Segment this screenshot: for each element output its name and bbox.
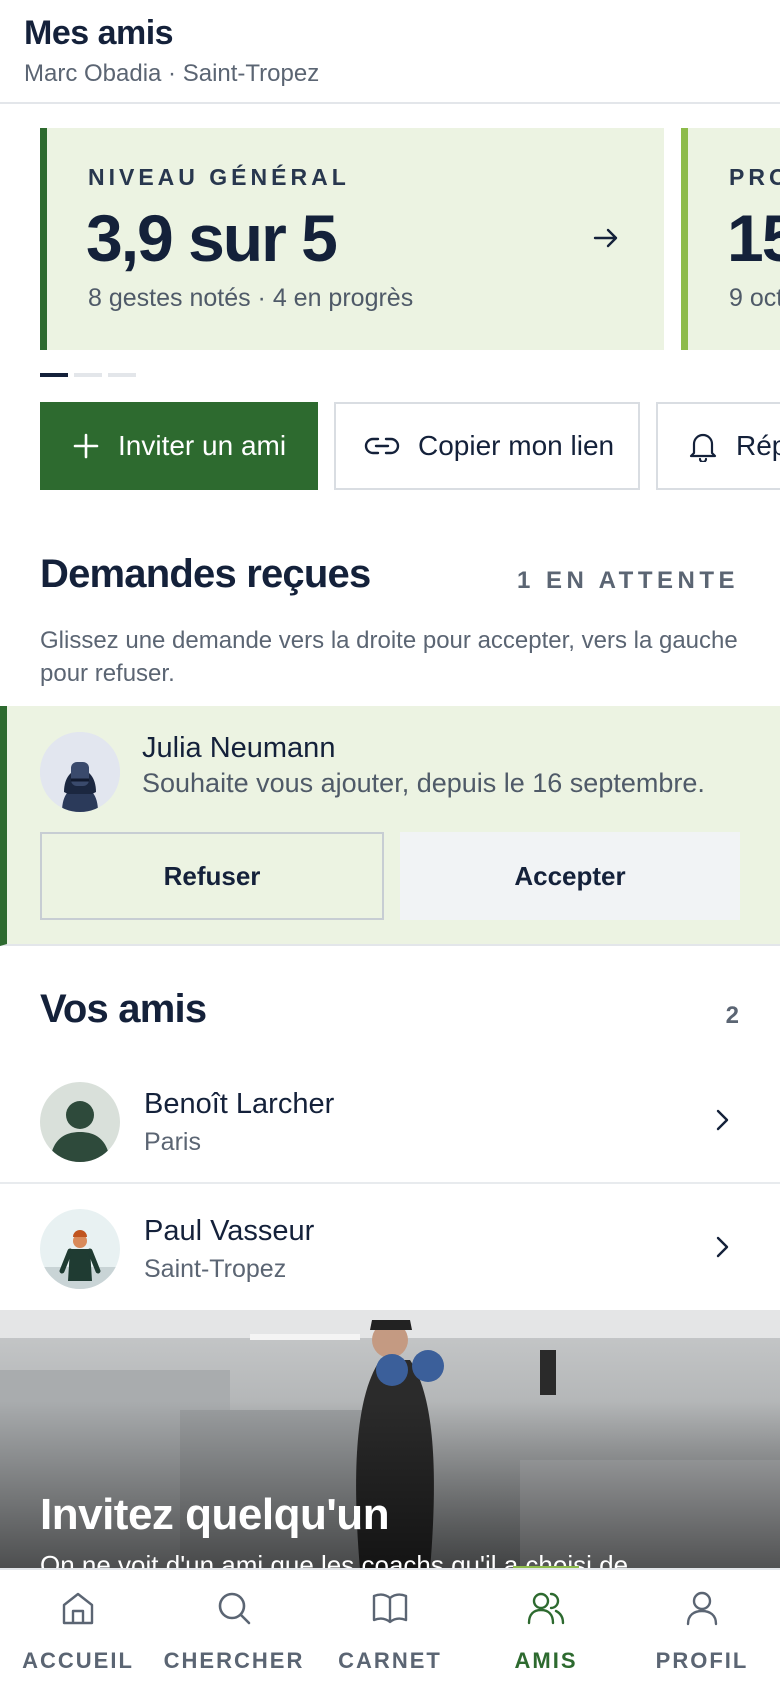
friend-city: Paris (144, 1128, 201, 1156)
requests-hint: Glissez une demande vers la droite pour … (40, 627, 738, 687)
friends-count: 2 (725, 1002, 739, 1029)
tab-friends[interactable]: AMIS (468, 1570, 624, 1688)
bell-icon (689, 433, 717, 462)
stat-card-eyebrow: PRO (729, 164, 780, 190)
tab-label: CHERCHER (163, 1648, 305, 1673)
carousel-dot[interactable] (74, 373, 102, 377)
stat-card-progress[interactable]: PRO 15 9 octo (681, 128, 780, 350)
plus-icon (73, 433, 99, 459)
stats-carousel[interactable]: NIVEAU GÉNÉRAL 3,9 sur 5 8 gestes notés … (0, 128, 780, 350)
app-header: Mes amis Marc Obadia · Saint-Tropez (0, 0, 780, 104)
page-subtitle: Marc Obadia · Saint-Tropez (24, 60, 320, 87)
pending-count-badge: 1 EN ATTENTE (516, 567, 739, 594)
invite-friend-label: Inviter un ami (118, 430, 287, 461)
chevron-right-icon (716, 1236, 729, 1258)
tab-label: AMIS (514, 1648, 578, 1673)
copy-link-label: Copier mon lien (418, 430, 615, 461)
friend-name: Paul Vasseur (144, 1215, 315, 1247)
chevron-right-icon (716, 1109, 729, 1131)
friend-request-card[interactable]: Julia Neumann Souhaite vous ajouter, dep… (0, 706, 780, 946)
tab-notebook[interactable]: CARNET (312, 1570, 468, 1688)
link-icon (364, 437, 400, 455)
avatar-julia-image (40, 732, 120, 812)
friend-row[interactable]: Benoît Larcher Paris (0, 1058, 780, 1184)
tab-label: ACCUEIL (22, 1648, 134, 1673)
invite-promo-banner[interactable]: Invitez quelqu'un On ne voit d'un ami qu… (0, 1310, 780, 1570)
page-title: Mes amis (24, 14, 174, 52)
reminder-button[interactable]: Rép (656, 402, 780, 490)
search-icon (218, 1592, 251, 1625)
book-icon (372, 1593, 408, 1624)
avatar-paul-image (40, 1209, 120, 1289)
tab-label: PROFIL (655, 1648, 749, 1673)
tab-label: CARNET (338, 1648, 442, 1673)
carousel-pagination (40, 373, 142, 379)
stat-card-meta: 9 octo (729, 284, 780, 312)
copy-link-button[interactable]: Copier mon lien (334, 402, 640, 490)
stat-card-level[interactable]: NIVEAU GÉNÉRAL 3,9 sur 5 8 gestes notés … (40, 128, 664, 350)
profile-icon (686, 1591, 718, 1626)
promo-title: Invitez quelqu'un (40, 1490, 390, 1539)
refuse-button[interactable]: Refuser (40, 832, 384, 920)
avatar (40, 1209, 120, 1289)
bottom-tab-bar: ACCUEIL CHERCHER CARNET AMIS PROFIL (0, 1568, 780, 1688)
request-name: Julia Neumann (142, 732, 336, 764)
carousel-dot-active[interactable] (40, 373, 68, 377)
friend-name: Benoît Larcher (144, 1088, 335, 1120)
tab-profile[interactable]: PROFIL (624, 1570, 780, 1688)
tab-home[interactable]: ACCUEIL (0, 1570, 156, 1688)
friends-icon (527, 1592, 565, 1625)
friends-title: Vos amis (40, 987, 207, 1031)
avatar (40, 732, 120, 812)
accept-button[interactable]: Accepter (400, 832, 740, 920)
requests-title: Demandes reçues (40, 552, 371, 596)
stat-card-value: 3,9 sur 5 (86, 201, 338, 275)
arrow-right-icon[interactable] (590, 222, 622, 254)
stat-card-value: 15 (727, 201, 780, 275)
request-message: Souhaite vous ajouter, depuis le 16 sept… (142, 768, 705, 798)
friend-row[interactable]: Paul Vasseur Saint-Tropez (0, 1185, 780, 1311)
avatar-benoit-image (40, 1082, 120, 1162)
stat-card-meta: 8 gestes notés · 4 en progrès (88, 284, 414, 312)
home-icon (62, 1592, 94, 1625)
invite-friend-button[interactable]: Inviter un ami (40, 402, 318, 490)
reminder-label: Rép (736, 430, 780, 461)
stat-card-eyebrow: NIVEAU GÉNÉRAL (88, 164, 350, 190)
avatar (40, 1082, 120, 1162)
actions-row: Inviter un ami Copier mon lien Rép (0, 402, 780, 490)
tab-search[interactable]: CHERCHER (156, 1570, 312, 1688)
carousel-dot[interactable] (108, 373, 136, 377)
friend-city: Saint-Tropez (144, 1255, 287, 1283)
